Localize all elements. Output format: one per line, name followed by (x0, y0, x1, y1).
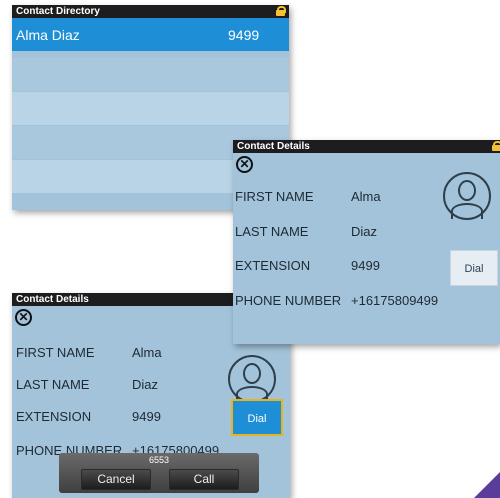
dial-button-label: Dial (464, 263, 484, 275)
extension-value: 9499 (132, 409, 161, 424)
extension-label: EXTENSION (235, 258, 311, 273)
lock-icon (276, 6, 286, 16)
first-name-label: FIRST NAME (16, 345, 95, 360)
last-name-label: LAST NAME (16, 377, 90, 392)
directory-title: Contact Directory (16, 6, 100, 17)
cancel-button-label: Cancel (97, 472, 135, 486)
dial-button[interactable]: Dial (231, 399, 283, 436)
lock-icon (492, 141, 500, 151)
call-dialog: 6553 Cancel Call (59, 453, 259, 493)
avatar-icon (228, 355, 276, 403)
decorative-corner-accent (474, 472, 500, 498)
cancel-button[interactable]: Cancel (81, 469, 151, 490)
contact-name: Alma Diaz (16, 27, 80, 43)
avatar-icon (443, 172, 491, 220)
last-name-value: Diaz (351, 224, 378, 239)
details-front-titlebar: Contact Details (233, 140, 500, 153)
call-button[interactable]: Call (169, 469, 239, 490)
details-back-title: Contact Details (16, 294, 89, 305)
close-icon[interactable]: ✕ (236, 156, 253, 173)
contact-row-selected[interactable]: Alma Diaz 9499 (12, 18, 289, 51)
first-name-value: Alma (132, 345, 162, 360)
close-icon[interactable]: ✕ (15, 309, 32, 326)
directory-titlebar: Contact Directory (12, 5, 289, 18)
call-button-label: Call (193, 472, 215, 486)
first-name-label: FIRST NAME (235, 189, 314, 204)
details-front-title: Contact Details (237, 141, 310, 152)
contact-details-window-front: Contact Details ✕ FIRST NAME Alma LAST N… (233, 140, 500, 344)
contact-extension: 9499 (228, 27, 260, 43)
dial-button[interactable]: Dial (450, 250, 498, 286)
contact-row-empty[interactable] (12, 58, 289, 91)
extension-value: 9499 (351, 258, 380, 273)
phone-number-label: PHONE NUMBER (235, 293, 342, 308)
last-name-value: Diaz (132, 377, 159, 392)
dialed-number: 6553 (148, 455, 170, 465)
contact-row-empty[interactable] (12, 92, 289, 125)
phone-number-value: +16175809499 (351, 293, 439, 308)
extension-label: EXTENSION (16, 409, 92, 424)
dial-button-label: Dial (247, 413, 267, 425)
last-name-label: LAST NAME (235, 224, 309, 239)
first-name-value: Alma (351, 189, 381, 204)
